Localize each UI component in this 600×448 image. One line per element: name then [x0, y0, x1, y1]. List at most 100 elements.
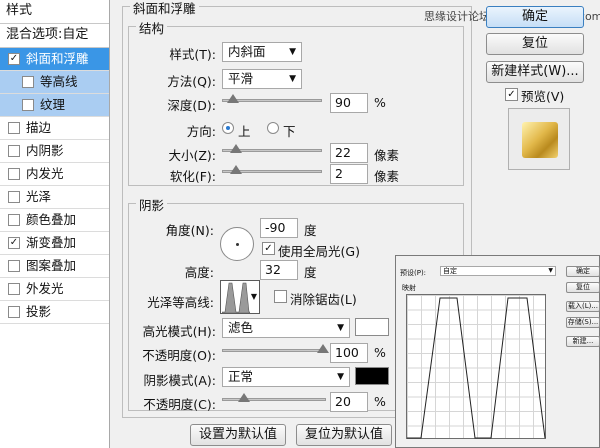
new-style-button[interactable]: 新建样式(W)...	[486, 61, 584, 83]
antialias-checkbox[interactable]	[274, 290, 287, 303]
highlight-mode-label: 高光模式(H):	[142, 324, 216, 339]
soften-input[interactable]: 2	[330, 164, 368, 184]
chevron-down-icon: ▼	[548, 267, 553, 274]
style-item-inner-glow[interactable]: 内发光	[0, 163, 109, 186]
style-item-outer-glow[interactable]: 外发光	[0, 278, 109, 301]
gloss-contour-label: 光泽等高线:	[147, 295, 214, 310]
contour-checkbox[interactable]	[22, 76, 34, 88]
style-item-label: 内发光	[26, 166, 64, 181]
contour-new-button[interactable]: 新建...	[566, 336, 600, 347]
style-item-bevel[interactable]: ✓ 斜面和浮雕	[0, 48, 109, 71]
gradient-overlay-checkbox[interactable]: ✓	[8, 237, 20, 249]
soften-slider-thumb[interactable]	[230, 165, 242, 174]
blend-options-item[interactable]: 混合选项:自定	[0, 24, 109, 48]
highlight-opacity-slider[interactable]	[222, 344, 329, 353]
set-default-button[interactable]: 设置为默认值	[190, 424, 286, 446]
style-item-label: 斜面和浮雕	[26, 51, 89, 66]
contour-curve-grid[interactable]	[406, 294, 546, 439]
style-item-stroke[interactable]: 描边	[0, 117, 109, 140]
reset-button[interactable]: 复位	[486, 33, 584, 55]
style-item-label: 图案叠加	[26, 258, 77, 273]
altitude-input[interactable]: 32	[260, 260, 298, 280]
antialias-label: 消除锯齿(L)	[290, 292, 357, 307]
style-item-texture[interactable]: 纹理	[0, 94, 109, 117]
shading-group-title: 阴影	[136, 195, 168, 214]
depth-unit: %	[374, 95, 386, 110]
depth-label: 深度(D):	[167, 98, 216, 113]
style-item-label: 光泽	[26, 189, 52, 204]
angle-dial[interactable]	[220, 227, 254, 261]
highlight-color-swatch[interactable]	[355, 318, 389, 336]
direction-label: 方向:	[186, 124, 216, 139]
shadow-mode-label: 阴影模式(A):	[143, 373, 216, 388]
contour-save-button[interactable]: 存储(S)...	[566, 317, 600, 328]
reset-default-button[interactable]: 复位为默认值	[296, 424, 392, 446]
technique-select-value: 平滑	[228, 71, 254, 86]
altitude-label: 高度:	[184, 265, 214, 280]
technique-select[interactable]: 平滑 ▼	[222, 69, 302, 89]
global-light-checkbox[interactable]: ✓	[262, 242, 275, 255]
style-select[interactable]: 内斜面 ▼	[222, 42, 302, 62]
bevel-checkbox[interactable]: ✓	[8, 53, 20, 65]
style-item-pattern-overlay[interactable]: 图案叠加	[0, 255, 109, 278]
color-overlay-checkbox[interactable]	[8, 214, 20, 226]
highlight-mode-select[interactable]: 滤色 ▼	[222, 318, 350, 338]
shadow-opacity-label: 不透明度(C):	[143, 397, 216, 412]
preview-checkbox[interactable]: ✓	[505, 88, 518, 101]
contour-ok-button[interactable]: 确定	[566, 266, 600, 277]
outer-glow-checkbox[interactable]	[8, 283, 20, 295]
style-item-label: 纹理	[40, 97, 66, 112]
contour-curve[interactable]	[407, 295, 547, 440]
contour-reset-button[interactable]: 复位	[566, 282, 600, 293]
shadow-mode-select[interactable]: 正常 ▼	[222, 367, 350, 387]
ok-button[interactable]: 确定	[486, 6, 584, 28]
style-item-contour[interactable]: 等高线	[0, 71, 109, 94]
contour-editor-dialog: 预设(P): 自定 ▼ 映射 确定 复位 载入(L)... 存储(S)... 新建…	[395, 255, 600, 448]
shadow-opacity-input[interactable]: 20	[330, 392, 368, 412]
shadow-color-swatch[interactable]	[355, 367, 389, 385]
highlight-opacity-input[interactable]: 100	[330, 343, 368, 363]
size-slider-thumb[interactable]	[230, 144, 242, 153]
angle-label: 角度(N):	[165, 223, 214, 238]
drop-shadow-checkbox[interactable]	[8, 306, 20, 318]
preset-select-value: 自定	[443, 267, 457, 275]
depth-slider[interactable]	[222, 94, 322, 103]
style-item-label: 描边	[26, 120, 52, 135]
shadow-opacity-thumb[interactable]	[238, 393, 250, 402]
stroke-checkbox[interactable]	[8, 122, 20, 134]
chevron-down-icon: ▼	[337, 323, 344, 333]
inner-glow-checkbox[interactable]	[8, 168, 20, 180]
direction-up-radio[interactable]	[222, 122, 234, 134]
soften-unit: 像素	[374, 169, 400, 184]
contour-load-button[interactable]: 载入(L)...	[566, 301, 600, 312]
satin-checkbox[interactable]	[8, 191, 20, 203]
styles-panel: 样式 混合选项:自定 ✓ 斜面和浮雕 等高线 纹理 描边 内阴影 内发光 光泽 颜…	[0, 0, 110, 448]
style-item-satin[interactable]: 光泽	[0, 186, 109, 209]
angle-input[interactable]: -90	[260, 218, 298, 238]
style-item-color-overlay[interactable]: 颜色叠加	[0, 209, 109, 232]
direction-down-radio[interactable]	[267, 122, 279, 134]
inner-shadow-checkbox[interactable]	[8, 145, 20, 157]
size-slider[interactable]	[222, 144, 322, 153]
style-item-label: 内阴影	[26, 143, 64, 158]
soften-label: 软化(F):	[169, 169, 216, 184]
texture-checkbox[interactable]	[22, 99, 34, 111]
style-item-drop-shadow[interactable]: 投影	[0, 301, 109, 324]
angle-unit: 度	[304, 223, 317, 238]
gloss-contour-picker[interactable]: ▼	[220, 280, 260, 314]
style-label: 样式(T):	[169, 47, 216, 62]
preset-select[interactable]: 自定 ▼	[440, 266, 556, 276]
soften-slider[interactable]	[222, 165, 322, 174]
style-item-gradient-overlay[interactable]: ✓ 渐变叠加	[0, 232, 109, 255]
style-item-label: 渐变叠加	[26, 235, 77, 250]
contour-thumbnail-icon	[222, 282, 250, 313]
pattern-overlay-checkbox[interactable]	[8, 260, 20, 272]
depth-input[interactable]: 90	[330, 93, 368, 113]
shadow-opacity-slider[interactable]	[222, 393, 326, 402]
size-label: 大小(Z):	[168, 148, 216, 163]
depth-slider-thumb[interactable]	[227, 94, 239, 103]
mapping-label: 映射	[402, 284, 416, 292]
highlight-opacity-thumb[interactable]	[317, 344, 329, 353]
style-item-inner-shadow[interactable]: 内阴影	[0, 140, 109, 163]
size-input[interactable]: 22	[330, 143, 368, 163]
